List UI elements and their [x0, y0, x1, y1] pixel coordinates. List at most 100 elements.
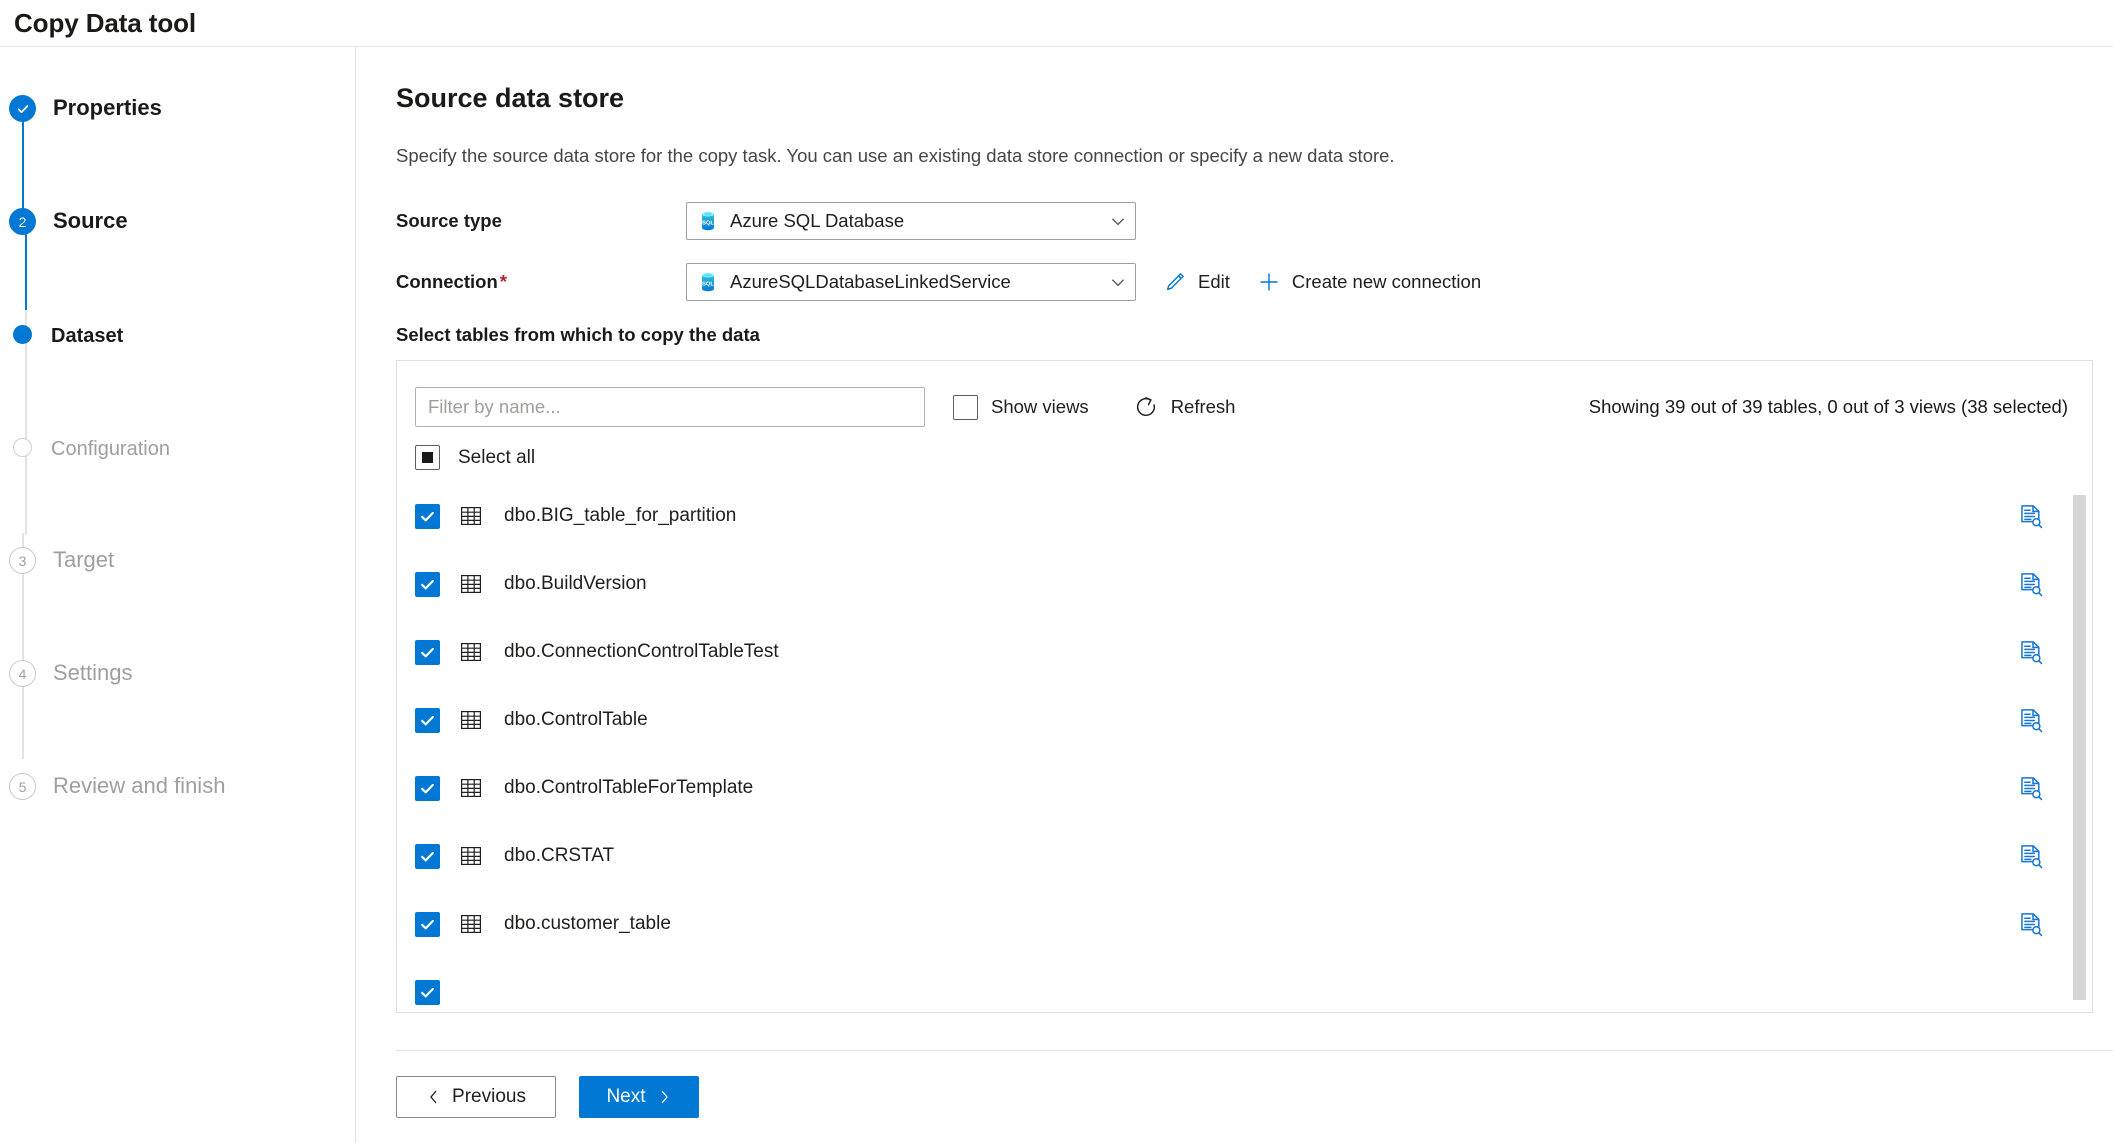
- table-row[interactable]: dbo.CRSTAT: [397, 822, 2092, 890]
- table-icon: [459, 572, 483, 596]
- connection-dropdown[interactable]: SQL AzureSQLDatabaseLinkedService: [686, 263, 1136, 301]
- circle-icon-configuration: [13, 438, 32, 457]
- sidebar-item-label-target: Target: [53, 547, 115, 572]
- chevron-left-icon: [426, 1089, 442, 1105]
- row-checkbox-checked-icon[interactable]: [415, 775, 440, 801]
- required-asterisk: *: [499, 271, 507, 292]
- table-row-list: dbo.BIG_table_for_partition dbo.BuildVer…: [397, 482, 2092, 1012]
- sidebar-item-dataset[interactable]: Dataset: [0, 319, 355, 432]
- sidebar-item-target[interactable]: 3 Target: [0, 545, 355, 658]
- chevron-down-icon: [1109, 273, 1127, 291]
- table-icon: [459, 776, 483, 800]
- select-tables-heading: Select tables from which to copy the dat…: [396, 324, 760, 345]
- table-name: dbo.ConnectionControlTableTest: [504, 641, 779, 662]
- select-all-checkbox[interactable]: Select all: [397, 431, 2092, 482]
- preview-data-icon[interactable]: [2017, 571, 2044, 598]
- pencil-icon: [1163, 270, 1187, 294]
- connection-label: Connection *: [396, 271, 686, 293]
- step-number-badge-5: 5: [9, 773, 36, 800]
- table-row[interactable]: dbo.ConnectionControlTableTest: [397, 618, 2092, 686]
- step-number-badge-2: 2: [9, 208, 36, 235]
- azure-sql-database-icon: SQL: [702, 272, 714, 292]
- refresh-button[interactable]: Refresh: [1134, 395, 1236, 420]
- table-name: dbo.ControlTable: [504, 709, 648, 730]
- sidebar-item-source[interactable]: 2 Source: [0, 206, 355, 319]
- connection-label-text: Connection: [396, 271, 498, 292]
- table-icon: [459, 640, 483, 664]
- preview-data-icon[interactable]: [2017, 639, 2044, 666]
- page-description: Specify the source data store for the co…: [396, 145, 1395, 166]
- sidebar-item-label-review-and-finish: Review and finish: [53, 773, 226, 798]
- edit-connection-button[interactable]: Edit: [1163, 270, 1230, 294]
- edit-connection-label: Edit: [1198, 271, 1230, 292]
- page-title: Source data store: [396, 83, 625, 113]
- show-views-label: Show views: [991, 396, 1089, 417]
- preview-data-icon[interactable]: [2017, 707, 2044, 734]
- preview-data-icon[interactable]: [2017, 843, 2044, 870]
- main-scroll-area: Source data store Specify the source dat…: [396, 47, 2113, 1051]
- sidebar-item-label-settings: Settings: [53, 660, 133, 685]
- table-row-partial[interactable]: [397, 958, 2092, 1012]
- table-row[interactable]: dbo.BIG_table_for_partition: [397, 482, 2092, 550]
- table-row[interactable]: dbo.BuildVersion: [397, 550, 2092, 618]
- create-new-connection-button[interactable]: Create new connection: [1257, 270, 1481, 294]
- table-picker-toolbar: Show views Refresh Showing 39 out of 39 …: [397, 361, 2092, 431]
- table-row[interactable]: dbo.ControlTable: [397, 686, 2092, 754]
- table-count-status: Showing 39 out of 39 tables, 0 out of 3 …: [1588, 396, 2068, 417]
- table-picker-panel: Show views Refresh Showing 39 out of 39 …: [396, 360, 2093, 1013]
- next-button[interactable]: Next: [579, 1076, 699, 1118]
- row-checkbox-checked-icon[interactable]: [415, 979, 440, 1005]
- source-type-value: Azure SQL Database: [730, 210, 905, 231]
- previous-button[interactable]: Previous: [396, 1076, 556, 1118]
- filter-by-name-input[interactable]: [415, 387, 925, 427]
- table-list-scrollbar[interactable]: [2073, 495, 2086, 1000]
- next-button-label: Next: [606, 1086, 646, 1107]
- select-all-label: Select all: [458, 446, 536, 468]
- row-checkbox-checked-icon[interactable]: [415, 911, 440, 937]
- connection-value: AzureSQLDatabaseLinkedService: [730, 271, 1011, 292]
- previous-button-label: Previous: [452, 1086, 526, 1107]
- row-checkbox-checked-icon[interactable]: [415, 707, 440, 733]
- checkbox-icon: [953, 394, 978, 420]
- check-icon: [9, 95, 36, 122]
- chevron-down-icon: [1109, 212, 1127, 230]
- refresh-label: Refresh: [1170, 396, 1236, 417]
- preview-data-icon[interactable]: [2017, 503, 2044, 530]
- table-name: dbo.ControlTableForTemplate: [504, 777, 754, 798]
- preview-data-icon[interactable]: [2017, 911, 2044, 938]
- sidebar-item-label-properties: Properties: [53, 95, 162, 120]
- main-content: Source data store Specify the source dat…: [356, 47, 2113, 1143]
- app-shell: Properties 2 Source Dataset Configuratio…: [0, 47, 2113, 1143]
- sidebar-item-configuration[interactable]: Configuration: [0, 432, 355, 545]
- sidebar-item-label-source: Source: [53, 208, 128, 233]
- table-name: dbo.customer_table: [504, 913, 671, 934]
- checkbox-indeterminate-icon: [415, 445, 440, 470]
- dot-icon-dataset: [13, 325, 32, 344]
- table-row[interactable]: dbo.customer_table: [397, 890, 2092, 958]
- table-icon: [459, 708, 483, 732]
- show-views-checkbox[interactable]: Show views: [953, 394, 1089, 420]
- sidebar-item-review-and-finish[interactable]: 5 Review and finish: [0, 771, 355, 884]
- preview-data-icon[interactable]: [2017, 775, 2044, 802]
- svg-text:SQL: SQL: [702, 220, 714, 226]
- chevron-right-icon: [656, 1089, 672, 1105]
- row-checkbox-checked-icon[interactable]: [415, 843, 440, 869]
- connection-row: Connection * SQL AzureSQLDatabaseLinkedS…: [396, 263, 2093, 301]
- sidebar-item-label-dataset: Dataset: [51, 325, 124, 347]
- sidebar-item-settings[interactable]: 4 Settings: [0, 658, 355, 771]
- row-checkbox-checked-icon[interactable]: [415, 571, 440, 597]
- window-title-bar: Copy Data tool: [0, 0, 2113, 47]
- table-row[interactable]: dbo.ControlTableForTemplate: [397, 754, 2092, 822]
- table-name: dbo.BuildVersion: [504, 573, 647, 594]
- wizard-step-rail: Properties 2 Source Dataset Configuratio…: [0, 47, 356, 1143]
- source-type-label: Source type: [396, 210, 502, 231]
- wizard-footer: Previous Next: [396, 1051, 2113, 1143]
- row-checkbox-checked-icon[interactable]: [415, 503, 440, 529]
- table-icon: [459, 504, 483, 528]
- source-type-dropdown[interactable]: SQL Azure SQL Database: [686, 202, 1136, 240]
- sidebar-item-properties[interactable]: Properties: [0, 93, 355, 206]
- table-name: dbo.CRSTAT: [504, 845, 615, 866]
- create-new-connection-label: Create new connection: [1291, 271, 1482, 292]
- row-checkbox-checked-icon[interactable]: [415, 639, 440, 665]
- step-number-badge-4: 4: [9, 660, 36, 687]
